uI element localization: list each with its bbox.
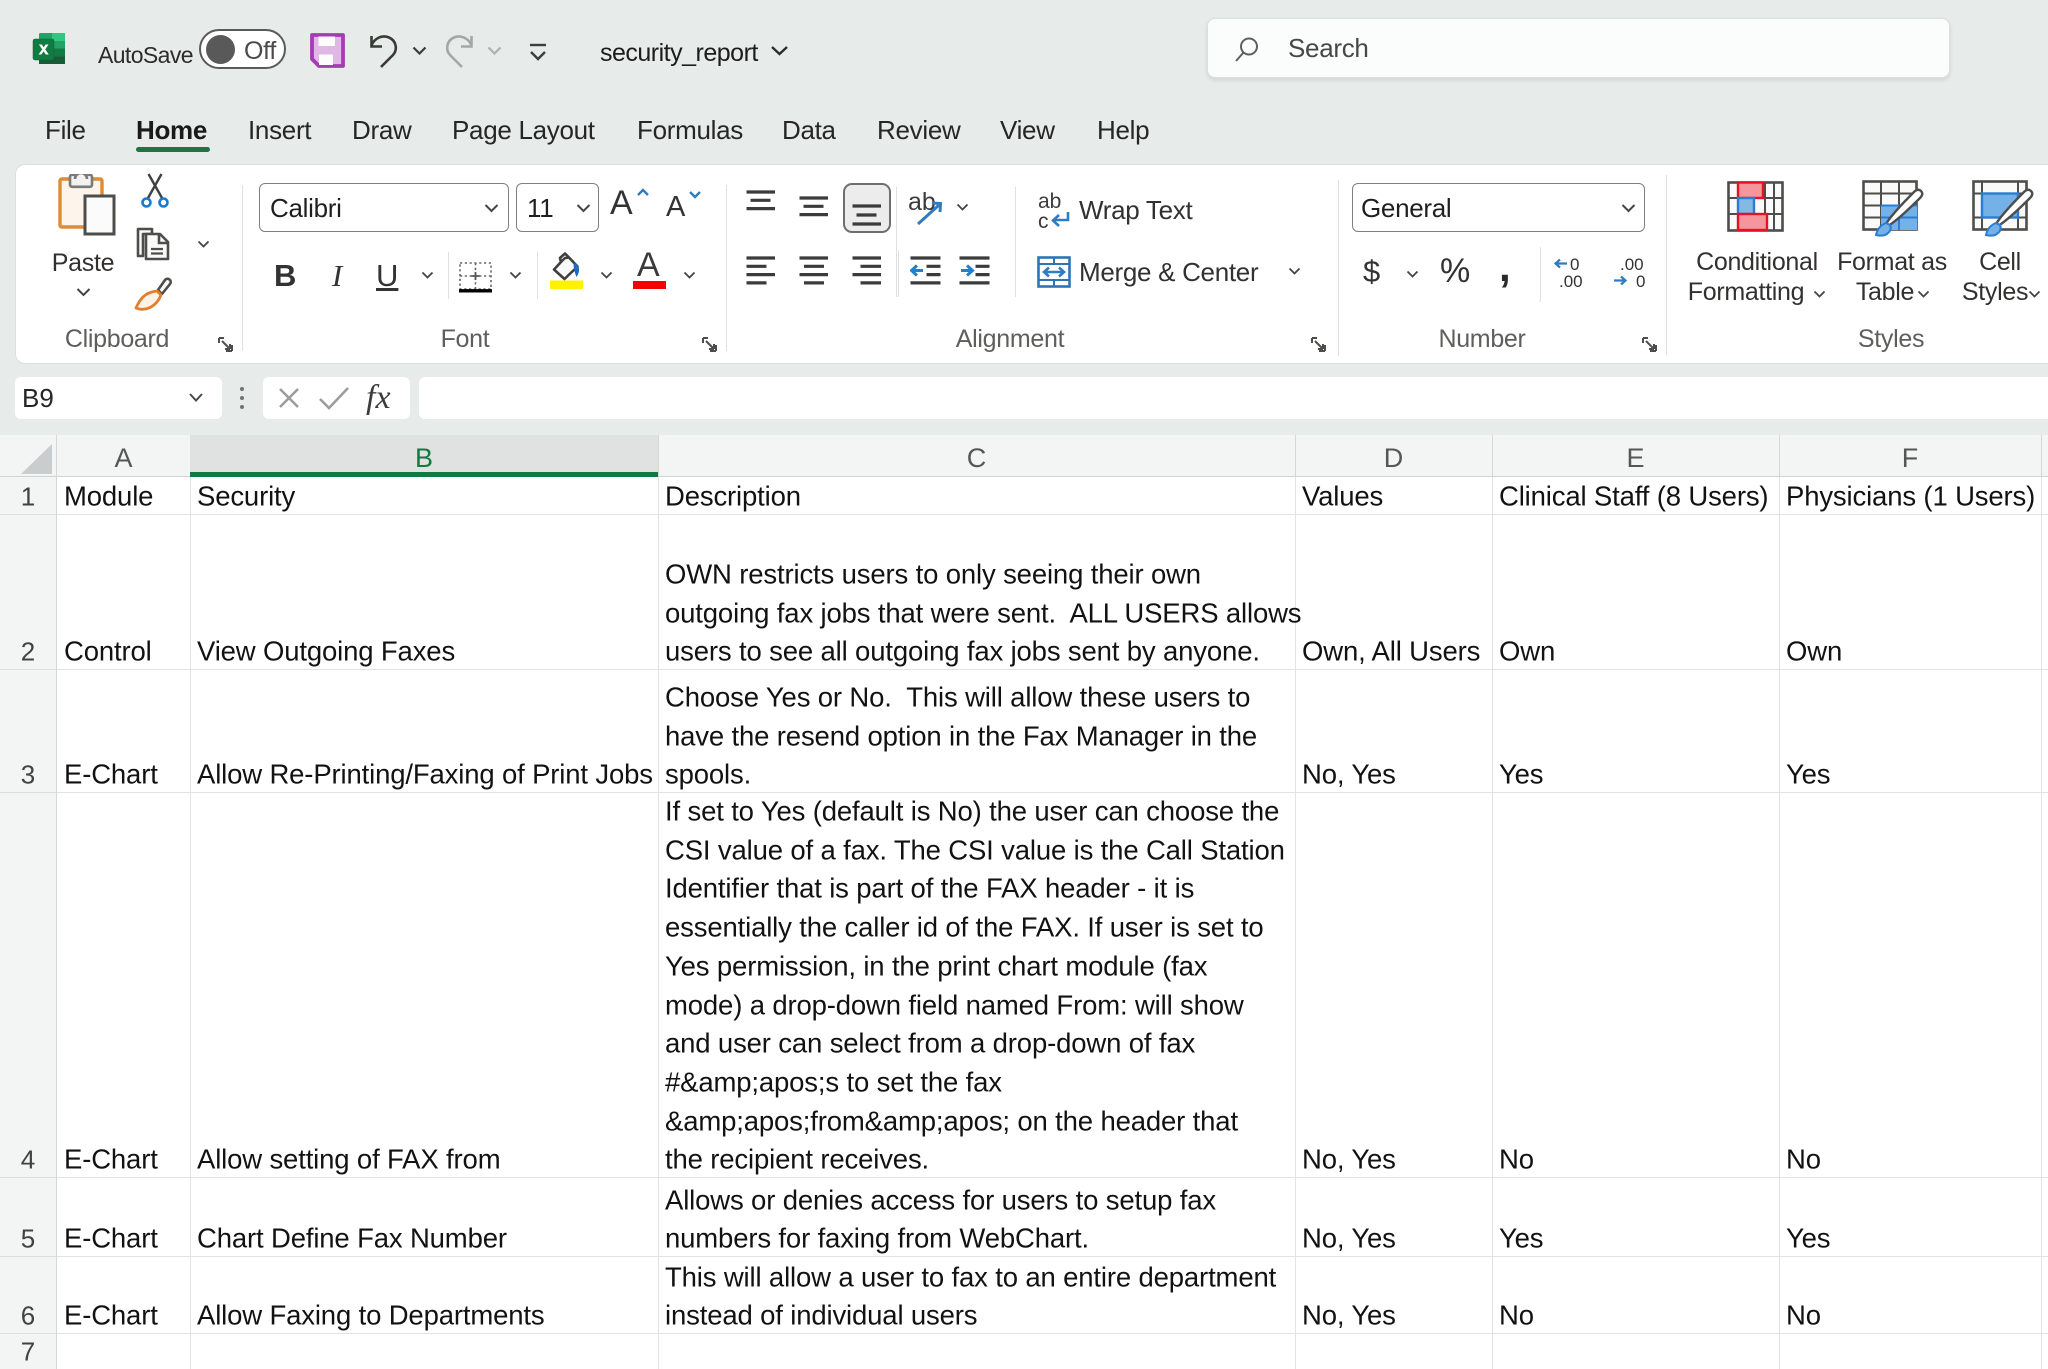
svg-text:c: c	[1038, 210, 1049, 230]
svg-text:.00: .00	[1559, 272, 1583, 289]
svg-text:0: 0	[1636, 272, 1645, 289]
